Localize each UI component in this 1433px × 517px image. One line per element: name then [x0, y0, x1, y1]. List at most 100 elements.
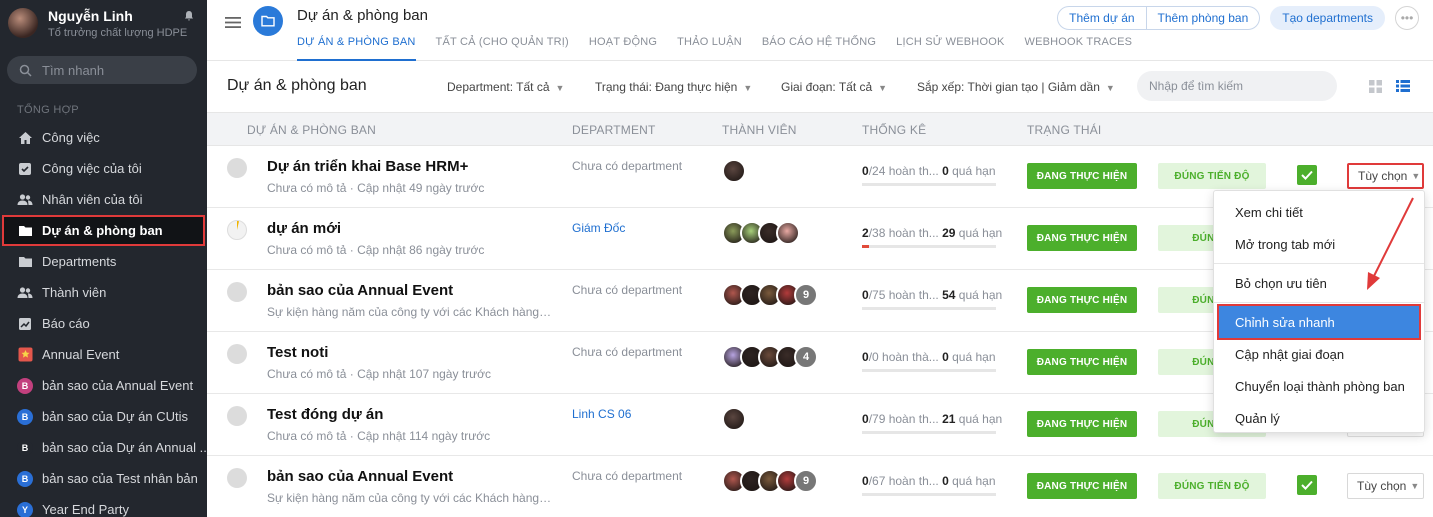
pace-badge[interactable]: ĐÚNG TIẾN ĐỘ	[1158, 473, 1266, 499]
project-title[interactable]: dự án mới	[267, 220, 341, 237]
list-view-icon[interactable]	[1396, 80, 1410, 92]
column-header-members[interactable]: THÀNH VIÊN	[722, 123, 797, 137]
sidebar-item-bao-cao[interactable]: Báo cáo	[0, 308, 207, 339]
project-status-icon[interactable]	[227, 220, 247, 240]
project-department[interactable]: Giám Đốc	[572, 221, 625, 235]
status-badge[interactable]: ĐANG THỰC HIỆN	[1027, 473, 1137, 499]
stage-filter[interactable]: Giai đoạn: Tất cả ▼	[781, 80, 887, 94]
tasks-done-label: hoàn th...	[885, 226, 939, 240]
sidebar-item-nhan-vien-cua-toi[interactable]: Nhân viên của tôi	[0, 184, 207, 215]
pace-badge[interactable]: ĐÚNG TIẾN ĐỘ	[1158, 163, 1266, 189]
sidebar-search[interactable]: Tìm nhanh	[7, 56, 197, 84]
sidebar-item-label: bản sao của Test nhân bản	[42, 471, 198, 486]
tasks-done-count: 0	[862, 474, 869, 488]
user-profile[interactable]: Nguyễn Linh Tổ trưởng chất lượng HDPE	[0, 0, 207, 46]
project-status-icon[interactable]	[227, 344, 247, 364]
sidebar-item-departments[interactable]: Departments	[0, 246, 207, 277]
menu-item-quick-edit[interactable]: Chỉnh sửa nhanh	[1217, 304, 1421, 340]
tab-hoat-dong[interactable]: HOẠT ĐỘNG	[589, 36, 657, 61]
status-filter[interactable]: Trạng thái: Đang thực hiện ▼	[595, 80, 752, 94]
member-count-badge[interactable]: 9	[794, 283, 818, 307]
grid-view-icon[interactable]	[1369, 80, 1382, 93]
project-department[interactable]: Linh CS 06	[572, 407, 631, 421]
add-project-button[interactable]: Thêm dự án	[1057, 6, 1147, 30]
status-badge[interactable]: ĐANG THỰC HIỆN	[1027, 163, 1137, 189]
sidebar-item-year-end-party[interactable]: Y Year End Party	[0, 494, 207, 517]
project-status-icon[interactable]	[227, 468, 247, 488]
member-count-badge[interactable]: 4	[794, 345, 818, 369]
letter-badge: B	[17, 377, 33, 394]
sort-filter[interactable]: Sắp xếp: Thời gian tạo | Giảm dần ▼	[917, 80, 1115, 94]
member-avatar[interactable]	[722, 407, 746, 431]
search-input[interactable]	[1137, 71, 1337, 101]
menu-item-convert-to-department[interactable]: Chuyển loại thành phòng ban	[1214, 370, 1424, 402]
create-departments-button[interactable]: Tạo departments	[1270, 6, 1385, 30]
sidebar-item-annual-event[interactable]: Annual Event	[0, 339, 207, 370]
options-button[interactable]: Tùy chọn ▼	[1347, 163, 1424, 189]
sidebar-item-thanh-vien[interactable]: Thành viên	[0, 277, 207, 308]
column-header-stats[interactable]: THỐNG KÊ	[862, 123, 926, 137]
tab-bao-cao-he-thong[interactable]: BÁO CÁO HỆ THỐNG	[762, 36, 876, 61]
chevron-down-icon: ▼	[878, 83, 888, 93]
top-bar: Dự án & phòng ban DỰ ÁN & PHÒNG BAN TẤT …	[207, 0, 1433, 61]
project-title[interactable]: bản sao của Annual Event	[267, 282, 453, 299]
sidebar-item-ban-sao-du-an-cutis[interactable]: B bản sao của Dự án CUtis	[0, 401, 207, 432]
tab-bar: DỰ ÁN & PHÒNG BAN TẤT CẢ (CHO QUẢN TRỊ) …	[297, 36, 1152, 61]
table-row[interactable]: bản sao của Annual Event Sự kiện hàng năm…	[207, 456, 1433, 517]
column-header-status[interactable]: TRẠNG THÁI	[1027, 123, 1101, 137]
member-avatars	[722, 407, 746, 431]
member-count-badge[interactable]: 9	[794, 469, 818, 493]
tasks-done-count: 0	[862, 288, 869, 302]
sidebar-item-du-an-phong-ban[interactable]: Dự án & phòng ban	[2, 215, 205, 246]
department-filter-label: Department: Tất cả	[447, 80, 550, 94]
status-badge[interactable]: ĐANG THỰC HIỆN	[1027, 349, 1137, 375]
project-title[interactable]: Dự án triển khai Base HRM+	[267, 158, 468, 175]
sidebar-item-ban-sao-test-nhan-ban[interactable]: B bản sao của Test nhân bản	[0, 463, 207, 494]
sidebar-item-cong-viec-cua-toi[interactable]: Công việc của tôi	[0, 153, 207, 184]
member-avatar[interactable]	[722, 159, 746, 183]
project-status-icon[interactable]	[227, 406, 247, 426]
sidebar-item-label: Departments	[42, 254, 117, 269]
more-options-icon[interactable]: •••	[1395, 6, 1419, 30]
tab-du-an-phong-ban[interactable]: DỰ ÁN & PHÒNG BAN	[297, 36, 416, 61]
check-icon[interactable]	[1297, 165, 1317, 185]
project-department: Chưa có department	[572, 159, 683, 173]
letter-badge: Y	[17, 501, 33, 517]
tab-lich-su-webhook[interactable]: LỊCH SỬ WEBHOOK	[896, 36, 1004, 61]
column-header-project[interactable]: DỰ ÁN & PHÒNG BAN	[247, 123, 376, 137]
letter-badge: B	[17, 439, 33, 456]
tab-thao-luan[interactable]: THẢO LUẬN	[677, 36, 742, 61]
options-button[interactable]: Tùy chọn ▼	[1347, 473, 1424, 499]
sidebar-item-label: Công việc của tôi	[42, 161, 142, 176]
project-status-icon[interactable]	[227, 158, 247, 178]
status-badge[interactable]: ĐANG THỰC HIỆN	[1027, 225, 1137, 251]
member-avatar[interactable]	[776, 221, 800, 245]
sidebar-item-ban-sao-annual-event[interactable]: B bản sao của Annual Event	[0, 370, 207, 401]
check-icon[interactable]	[1297, 475, 1317, 495]
add-department-button[interactable]: Thêm phòng ban	[1146, 6, 1261, 30]
menu-item-update-stage[interactable]: Cập nhật giai đoạn	[1214, 338, 1424, 370]
letter-avatar: B	[17, 470, 33, 487]
sidebar-item-ban-sao-du-an-annual[interactable]: B bản sao của Dự án Annual ...	[0, 432, 207, 463]
project-title[interactable]: bản sao của Annual Event	[267, 468, 453, 485]
column-header-department[interactable]: DEPARTMENT	[572, 123, 656, 137]
letter-avatar: B	[17, 439, 33, 456]
progress-bar	[862, 369, 996, 372]
tasks-overdue-label: quá hạn	[948, 350, 996, 364]
tab-tat-ca[interactable]: TẤT CẢ (CHO QUẢN TRỊ)	[436, 36, 569, 61]
project-title[interactable]: Test noti	[267, 344, 328, 361]
bell-icon[interactable]	[183, 10, 195, 22]
status-badge[interactable]: ĐANG THỰC HIỆN	[1027, 411, 1137, 437]
avatar[interactable]	[8, 8, 38, 38]
tasks-total: /75	[868, 288, 886, 302]
letter-badge: B	[17, 470, 33, 487]
tab-webhook-traces[interactable]: WEBHOOK TRACES	[1025, 36, 1133, 61]
project-status-icon[interactable]	[227, 282, 247, 302]
menu-item-manage[interactable]: Quản lý	[1214, 402, 1424, 434]
sidebar-item-cong-viec[interactable]: Công việc	[0, 122, 207, 153]
menu-icon[interactable]	[225, 16, 241, 29]
status-badge[interactable]: ĐANG THỰC HIỆN	[1027, 287, 1137, 313]
department-filter[interactable]: Department: Tất cả ▼	[447, 80, 564, 94]
project-description: Chưa có mô tả · Cập nhật 86 ngày trước	[267, 243, 485, 257]
project-title[interactable]: Test đóng dự án	[267, 406, 383, 423]
